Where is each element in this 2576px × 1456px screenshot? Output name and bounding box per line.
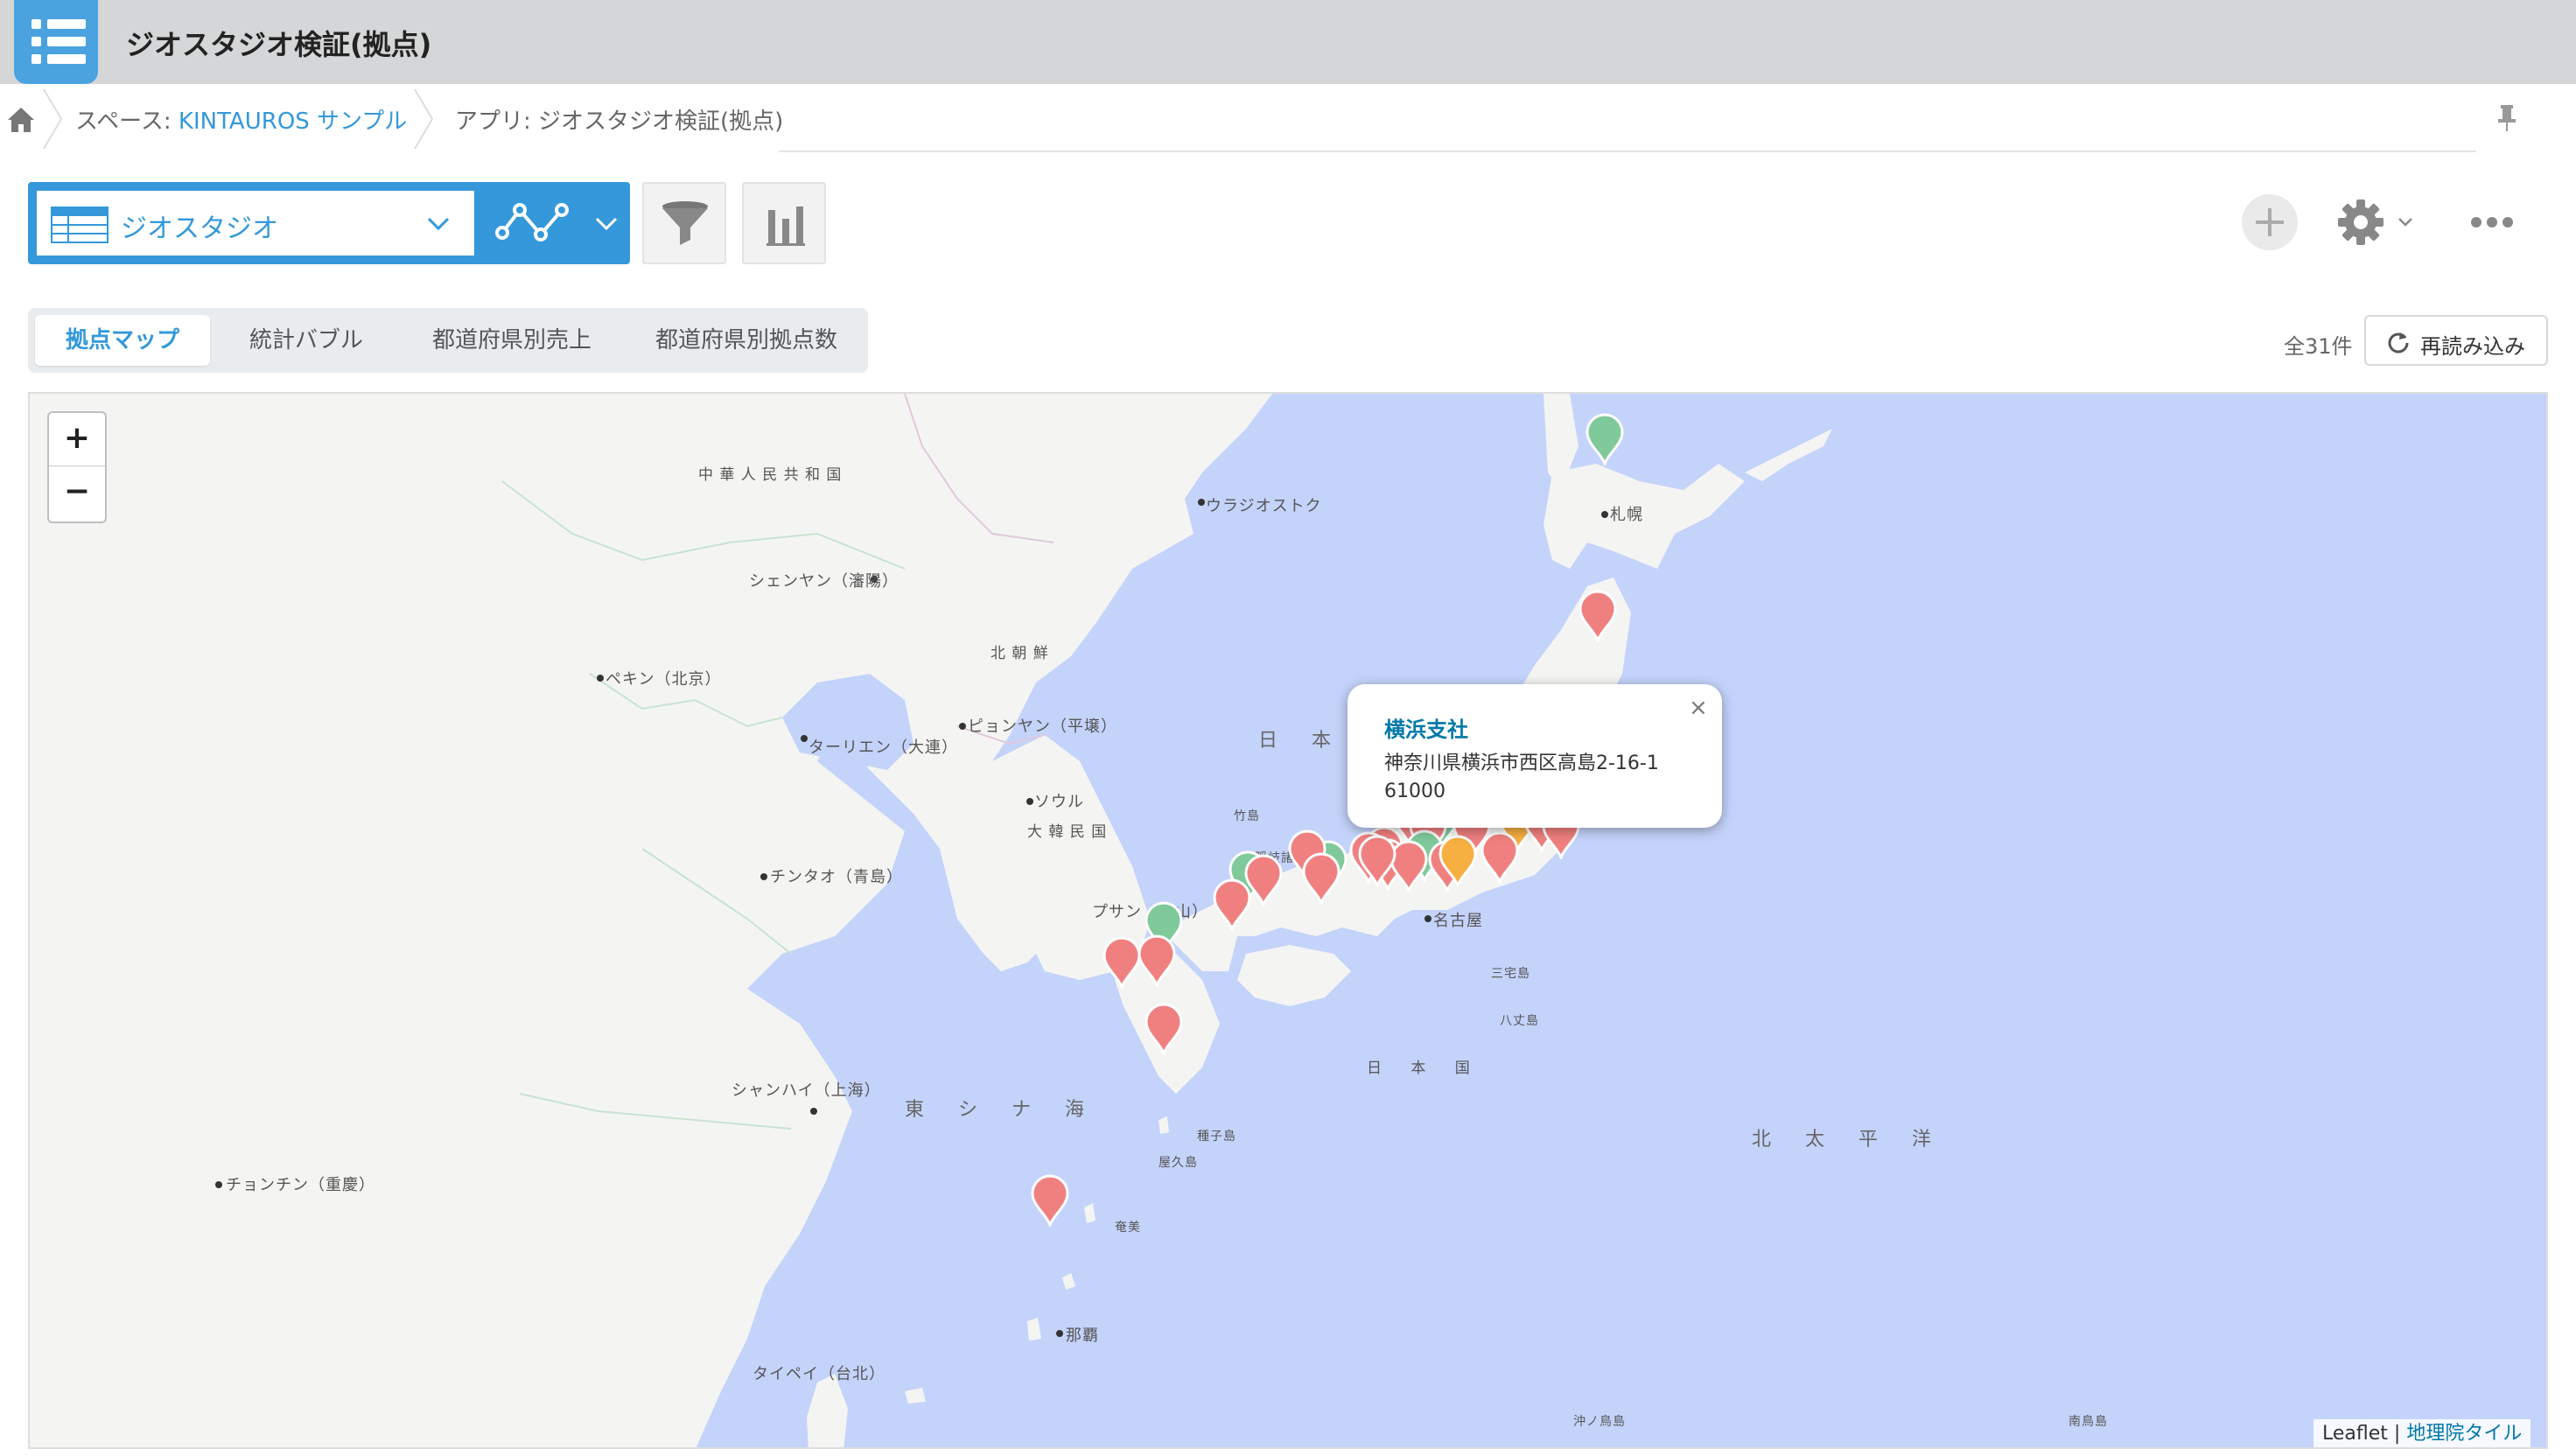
city-dot [597, 675, 604, 682]
map-label: 竹島 [1234, 809, 1260, 823]
map-marker[interactable] [1213, 878, 1251, 934]
tab-bases-by-prefecture[interactable]: 都道府県別拠点数 [630, 315, 863, 366]
popup-title: 横浜支社 [1384, 718, 1468, 742]
map-label: チンタオ（青島） [770, 868, 903, 886]
app-header: ジオスタジオ検証(拠点) [0, 0, 2576, 84]
zoom-control: + − [47, 411, 107, 523]
map-label: 三宅島 [1491, 967, 1530, 981]
map-label: 種子島 [1197, 1130, 1236, 1144]
map-label: ピョンヤン（平壌） [968, 718, 1117, 736]
map-label: 東 シ ナ 海 [905, 1099, 1098, 1121]
chevron-down-icon [427, 217, 450, 231]
leaflet-link[interactable]: Leaflet [2322, 1423, 2388, 1445]
map-label: ウラジオストク [1206, 497, 1322, 515]
city-dot [760, 873, 767, 880]
gear-icon[interactable] [2336, 198, 2385, 247]
tab-sales-by-prefecture[interactable]: 都道府県別売上 [402, 315, 621, 366]
map-label: 札幌 [1610, 506, 1643, 524]
pin-icon[interactable] [2494, 103, 2520, 133]
city-dot [1026, 798, 1033, 805]
filter-icon [662, 201, 708, 245]
map-label: ターリエン（大連） [808, 738, 958, 757]
map-marker[interactable] [1302, 852, 1340, 907]
popup-close-button[interactable]: × [1689, 695, 1708, 721]
map-label: 中 華 人 民 共 和 国 [698, 466, 843, 484]
breadcrumb-separator [43, 88, 63, 150]
zoom-out-button[interactable]: − [49, 466, 105, 519]
app-list-icon[interactable] [14, 0, 98, 84]
city-dot [1424, 915, 1432, 922]
map-canvas[interactable]: 中 華 人 民 共 和 国 ウラジオストク シェンヤン（瀋陽） 北 朝 鮮 ペキ… [28, 392, 2548, 1449]
record-count: 全31件 [2284, 334, 2353, 359]
map-tabs: 拠点マップ 統計バブル 都道府県別売上 都道府県別拠点数 [28, 308, 868, 373]
map-marker[interactable] [1102, 936, 1141, 991]
map-marker[interactable] [1138, 934, 1176, 990]
reload-button[interactable]: 再読み込み [2364, 315, 2548, 366]
more-options-icon[interactable] [2469, 215, 2515, 229]
city-dot [1601, 511, 1608, 518]
home-icon[interactable] [5, 105, 37, 135]
zoom-in-button[interactable]: + [49, 413, 105, 466]
line-graph-icon [495, 203, 569, 242]
gsi-tiles-link[interactable]: 地理院タイル [2406, 1423, 2522, 1445]
breadcrumb-space[interactable]: スペース: KINTAUROS サンプル [75, 103, 407, 136]
map-label: 日 本 国 [1367, 1060, 1482, 1077]
map-label: シェンヤン（瀋陽） [749, 572, 899, 591]
popup-value: 61000 [1384, 780, 1446, 802]
breadcrumb-separator [414, 88, 434, 150]
view-selector[interactable]: ジオスタジオ [28, 182, 630, 264]
map-label: 大 韓 民 国 [1027, 823, 1108, 841]
map-label: 屋久島 [1158, 1156, 1198, 1170]
map-attribution: Leaflet | 地理院タイル [2314, 1419, 2531, 1447]
breadcrumb-space-link[interactable]: KINTAUROS サンプル [178, 108, 407, 135]
chevron-down-icon [595, 217, 618, 231]
bar-chart-icon [766, 206, 805, 246]
map-label: 北 太 平 洋 [1752, 1129, 1945, 1151]
breadcrumb-app[interactable]: アプリ: ジオスタジオ検証(拠点) [455, 103, 783, 136]
app-title: ジオスタジオ検証(拠点) [126, 28, 432, 61]
map-marker[interactable] [1144, 1003, 1183, 1058]
popup-address: 神奈川県横浜市西区高島2-16-1 [1384, 752, 1659, 774]
map-label: 沖ノ鳥島 [1573, 1415, 1626, 1429]
city-dot [810, 1108, 817, 1115]
map-popup[interactable]: 横浜支社 神奈川県横浜市西区高島2-16-1 61000 × [1348, 684, 1722, 828]
filter-button[interactable] [642, 182, 726, 264]
map-marker[interactable] [1438, 835, 1477, 890]
map-label: ソウル [1034, 793, 1084, 811]
map-label: 那覇 [1066, 1326, 1099, 1345]
map-label: 北 朝 鮮 [990, 645, 1049, 662]
map-marker[interactable] [1358, 835, 1396, 890]
chevron-down-icon[interactable] [2398, 217, 2413, 228]
map-label: 奄美 [1115, 1221, 1141, 1235]
city-dot [1056, 1330, 1063, 1337]
map-label: 日 本 [1258, 730, 1345, 752]
map-marker[interactable] [1480, 831, 1519, 886]
map-label: タイペイ（台北） [752, 1365, 886, 1383]
map-basemap [30, 394, 1832, 1447]
map-marker[interactable] [1586, 413, 1624, 468]
map-label: ペキン（北京） [606, 670, 722, 689]
table-view-icon [51, 206, 108, 243]
map-label: 南鳥島 [2068, 1415, 2108, 1429]
breadcrumb-divider [779, 150, 2476, 152]
city-dot [959, 723, 966, 730]
tab-base-map[interactable]: 拠点マップ [35, 315, 210, 366]
plus-icon [2256, 208, 2284, 236]
reload-label: 再読み込み [2420, 334, 2525, 359]
graph-view-button[interactable] [483, 182, 630, 264]
map-marker[interactable] [1031, 1174, 1069, 1229]
map-label: シャンハイ（上海） [732, 1082, 881, 1100]
map-label: 八丈島 [1500, 1014, 1539, 1028]
city-dot [215, 1181, 222, 1188]
map-marker[interactable] [1578, 590, 1617, 645]
add-record-button[interactable] [2242, 194, 2298, 250]
city-dot [801, 735, 808, 742]
view-name: ジオスタジオ [121, 214, 278, 244]
reload-icon [2388, 332, 2409, 354]
city-dot [1198, 499, 1205, 506]
graph-button[interactable] [742, 182, 826, 264]
tab-stat-bubble[interactable]: 統計バブル [219, 315, 394, 366]
map-label: チョンチン（重慶） [226, 1176, 375, 1194]
map-label: 名古屋 [1433, 912, 1483, 930]
